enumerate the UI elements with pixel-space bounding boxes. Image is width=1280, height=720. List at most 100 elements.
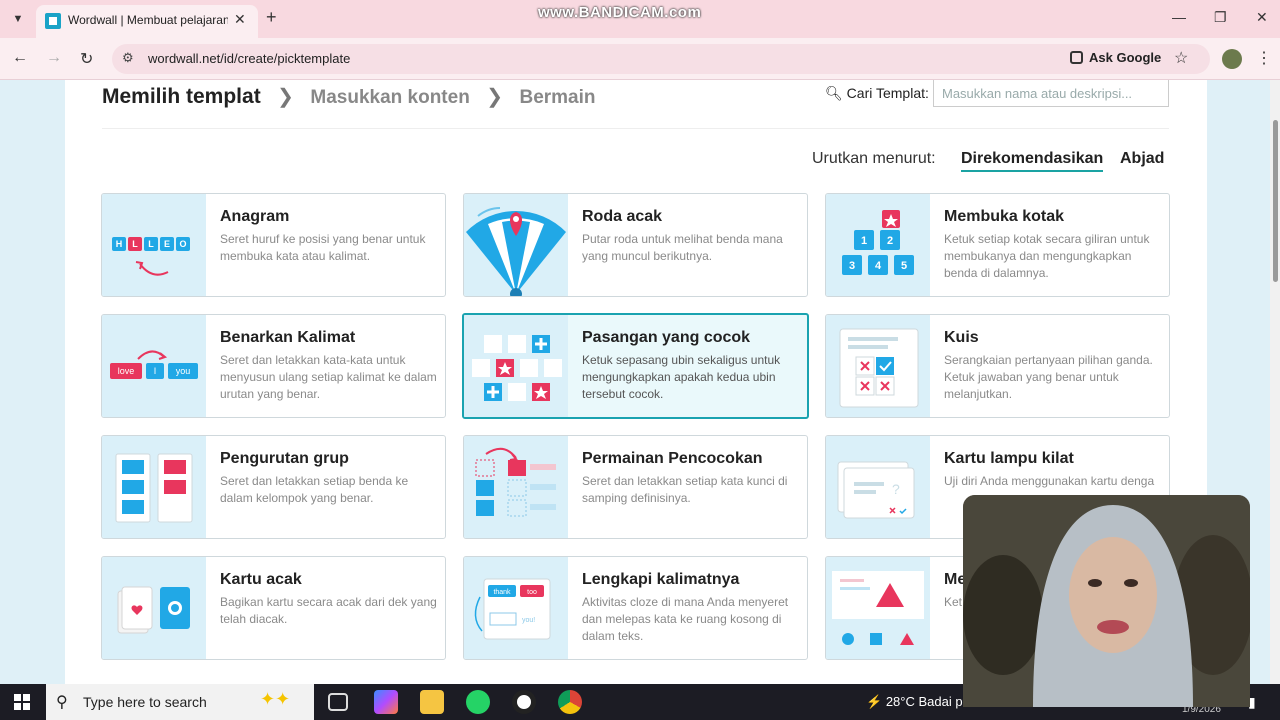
url-text: wordwall.net/id/create/picktemplate	[148, 51, 351, 66]
card-title: Kuis	[944, 329, 979, 346]
wordwall-favicon-icon	[45, 13, 61, 29]
storm-icon: ⚡	[866, 694, 883, 709]
card-title: Benarkan Kalimat	[220, 329, 356, 346]
search-icon: ⚲	[56, 694, 68, 711]
word-chip: too	[527, 589, 537, 596]
search-label-text: Cari Templat:	[846, 85, 929, 101]
weather-widget[interactable]: ⚡ 28°C Badai p	[866, 694, 963, 710]
card-title: Kartu acak	[220, 571, 302, 588]
card-title: Kartu lampu kilat	[944, 450, 1074, 467]
whatsapp-icon[interactable]	[466, 690, 490, 714]
sort-label: Urutkan menurut:	[812, 150, 936, 167]
sort-alphabetical[interactable]: Abjad	[1120, 150, 1164, 168]
box-number: 4	[875, 260, 882, 272]
step-enter-content: Masukkan konten	[310, 87, 470, 108]
word-tile: love	[118, 366, 135, 376]
wheel-thumbnail	[464, 194, 568, 296]
card-description: Serangkaian pertanyaan pilihan ganda. Ke…	[944, 353, 1153, 401]
partial-card-thumbnail	[826, 557, 930, 659]
match-up-thumbnail	[464, 436, 568, 538]
sparkle-icon: ✦✦	[260, 689, 291, 709]
profile-avatar[interactable]	[1222, 49, 1242, 69]
chevron-right-icon: ❯	[277, 86, 294, 108]
webcam-overlay	[963, 495, 1250, 707]
wizard-breadcrumb: Memilih templat ❯ Masukkan konten ❯ Berm…	[102, 84, 596, 109]
letter-tile: O	[179, 239, 186, 249]
unjumble-thumbnail: love I you	[102, 315, 206, 417]
open-box-thumbnail: 1 2 3 4 5	[826, 194, 930, 296]
forward-arrow-icon[interactable]: →	[46, 49, 62, 67]
card-description: Ketuk sepasang ubin sekaligus untuk meng…	[582, 353, 781, 401]
close-window-icon[interactable]: ✕	[1256, 9, 1268, 26]
taskbar-search-box[interactable]: ⚲ Type here to search ✦✦	[46, 684, 314, 720]
template-card-unjumble[interactable]: love I you Benarkan Kalimat Seret dan le…	[101, 314, 446, 418]
browser-toolbar: ← → ↻ ⚙ wordwall.net/id/create/picktempl…	[0, 38, 1280, 80]
letter-tile: H	[116, 239, 123, 249]
copilot-icon[interactable]	[374, 690, 398, 714]
browser-menu-icon[interactable]: ⋮	[1256, 48, 1272, 68]
temperature: 28°C	[885, 694, 915, 709]
new-tab-plus-icon[interactable]: +	[266, 7, 277, 28]
template-search-input[interactable]	[933, 80, 1169, 107]
site-info-icon[interactable]: ⚙	[122, 50, 134, 66]
ask-google-button[interactable]: Ask Google	[1070, 50, 1161, 65]
template-card-match-up[interactable]: Permainan Pencocokan Seret dan letakkan …	[463, 435, 808, 539]
sort-recommended[interactable]: Direkomendasikan	[961, 150, 1104, 172]
box-number: 2	[887, 235, 893, 247]
recording-watermark: www.BANDICAM.com	[538, 4, 702, 21]
letter-tile: E	[164, 239, 170, 249]
browser-tab-strip: ▼ Wordwall | Membuat pelajaran ✕ + www.B…	[0, 0, 1280, 38]
chrome-icon[interactable]	[558, 690, 582, 714]
header-divider	[102, 128, 1169, 129]
address-bar[interactable]: ⚙ wordwall.net/id/create/picktemplate As…	[112, 44, 1210, 74]
task-view-icon[interactable]	[328, 693, 348, 711]
search-label: 🔍︎ Cari Templat:	[825, 85, 929, 102]
svg-text:?: ?	[892, 481, 900, 497]
back-arrow-icon[interactable]: ←	[12, 49, 28, 67]
lens-icon	[1070, 51, 1083, 64]
step-current: Memilih templat	[102, 85, 261, 108]
box-number: 3	[849, 260, 855, 272]
card-title: Membuka kotak	[944, 208, 1065, 225]
template-card-quiz[interactable]: Kuis Serangkaian pertanyaan pilihan gand…	[825, 314, 1170, 418]
card-description: Seret dan letakkan setiap kata kunci di …	[582, 474, 788, 505]
card-description: Uji diri Anda menggunakan kartu denga	[944, 474, 1155, 488]
card-title: Roda acak	[582, 208, 663, 225]
card-title: Pasangan yang cocok	[582, 329, 751, 346]
minimize-icon[interactable]: —	[1172, 9, 1186, 25]
template-card-matching-pairs[interactable]: Pasangan yang cocok Ketuk sepasang ubin …	[462, 313, 809, 419]
template-card-complete-sentence[interactable]: thank too you! Lengkapi kalimatnya Aktiv…	[463, 556, 808, 660]
card-description: Ketuk setiap kotak secara giliran untuk …	[944, 232, 1150, 280]
recorder-icon[interactable]	[512, 690, 536, 714]
template-card-random-cards[interactable]: Kartu acak Bagikan kartu secara acak dar…	[101, 556, 446, 660]
word-chip: you!	[522, 617, 535, 624]
reload-icon[interactable]: ↻	[80, 49, 93, 69]
word-tile: I	[154, 366, 157, 376]
card-title: Anagram	[220, 208, 290, 225]
template-card-open-box[interactable]: 1 2 3 4 5 Membuka kotak Ketuk setiap kot…	[825, 193, 1170, 297]
ask-google-label: Ask Google	[1089, 50, 1162, 65]
windows-start-icon[interactable]	[14, 694, 30, 710]
tab-search-chevron-icon[interactable]: ▼	[8, 9, 28, 29]
flash-cards-thumbnail: ?	[826, 436, 930, 538]
complete-sentence-thumbnail: thank too you!	[464, 557, 568, 659]
word-tile: you	[176, 366, 191, 376]
random-cards-thumbnail	[102, 557, 206, 659]
restore-icon[interactable]: ❐	[1214, 9, 1227, 26]
template-card-random-wheel[interactable]: Roda acak Putar roda untuk melihat benda…	[463, 193, 808, 297]
browser-tab-wordwall[interactable]: Wordwall | Membuat pelajaran ✕	[36, 5, 258, 38]
taskbar-search-placeholder: Type here to search	[83, 694, 207, 710]
bookmark-star-icon[interactable]: ☆	[1174, 48, 1188, 68]
letter-tile: L	[148, 239, 154, 249]
template-card-anagram[interactable]: H L L E O Anagram Seret huruf ke posisi …	[101, 193, 446, 297]
card-title: Lengkapi kalimatnya	[582, 571, 740, 588]
close-tab-icon[interactable]: ✕	[234, 11, 246, 28]
template-card-group-sort[interactable]: Pengurutan grup Seret dan letakkan setia…	[101, 435, 446, 539]
scrollbar-thumb[interactable]	[1273, 120, 1278, 282]
weather-text: Badai p	[918, 694, 963, 709]
letter-tile: L	[132, 239, 138, 249]
card-description: Aktivitas cloze di mana Anda menyeret da…	[582, 595, 789, 643]
box-number: 1	[861, 235, 867, 247]
file-explorer-icon[interactable]	[420, 690, 444, 714]
anagram-thumbnail: H L L E O	[102, 194, 206, 296]
